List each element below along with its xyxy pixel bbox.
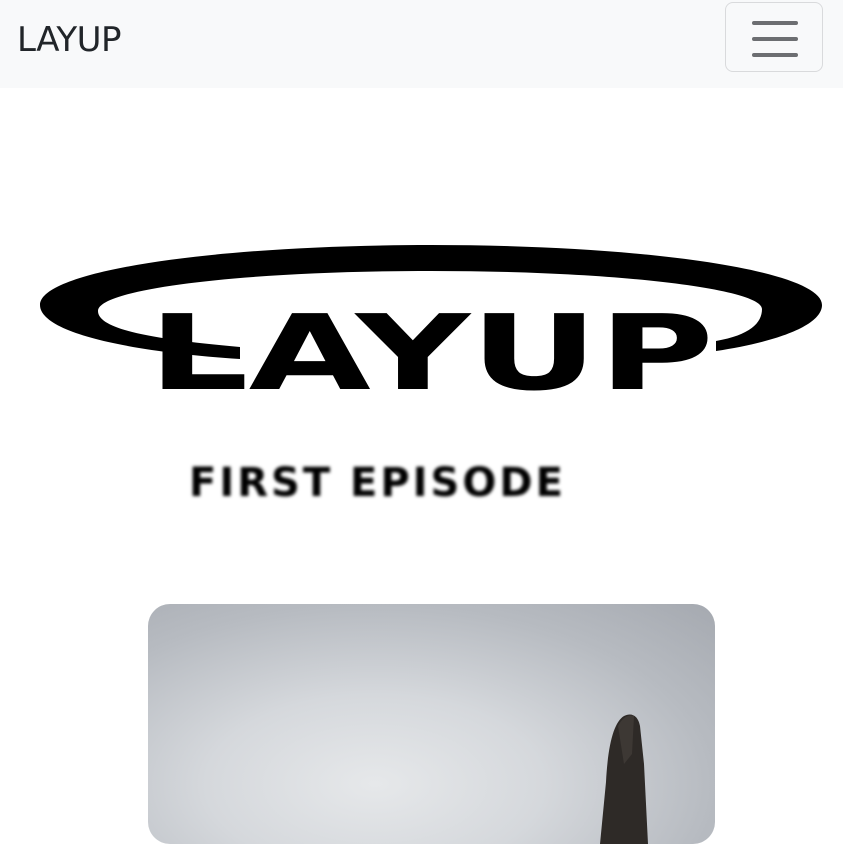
logo-wordmark: LAYUP	[148, 292, 714, 393]
sculpture-photo	[600, 714, 648, 844]
navbar-toggle-button[interactable]	[725, 2, 823, 72]
navbar-brand[interactable]: LAYUP	[17, 18, 122, 62]
hero-image	[148, 604, 715, 844]
navbar: LAYUP	[0, 0, 843, 88]
episode-subtitle: FIRST EPISODE	[189, 460, 566, 506]
hamburger-menu-icon	[752, 21, 798, 57]
layup-logo: LAYUP	[40, 243, 822, 414]
